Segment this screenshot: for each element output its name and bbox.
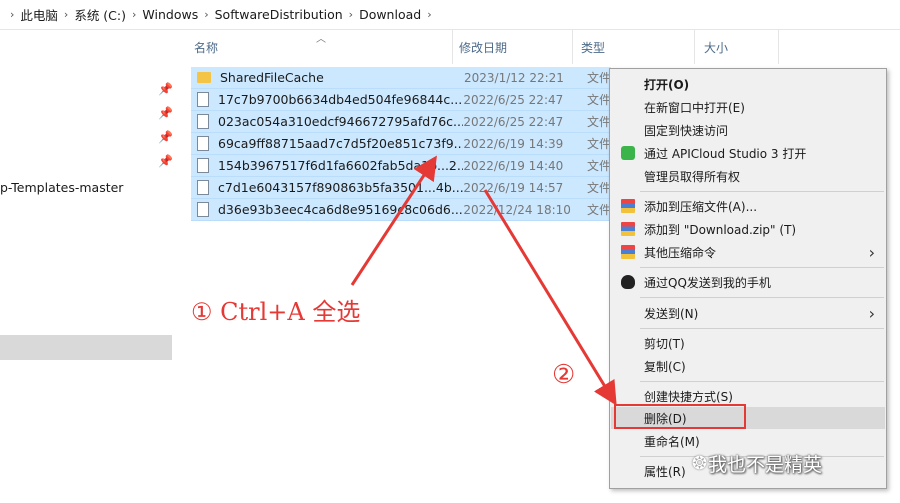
file-explorer-window: › 此电脑 › 系统 (C:) › Windows › SoftwareDist… (0, 0, 900, 503)
annotation-step2: ② (552, 360, 576, 390)
watermark: 我也不是精英 (708, 454, 823, 476)
annotation-step1: ① Ctrl+A 全选 (191, 298, 361, 326)
arrow-to-selection (350, 155, 437, 286)
wechat-icon: ❂ (692, 453, 708, 474)
annotation-arrows (350, 155, 617, 406)
arrow-to-delete (483, 189, 617, 406)
